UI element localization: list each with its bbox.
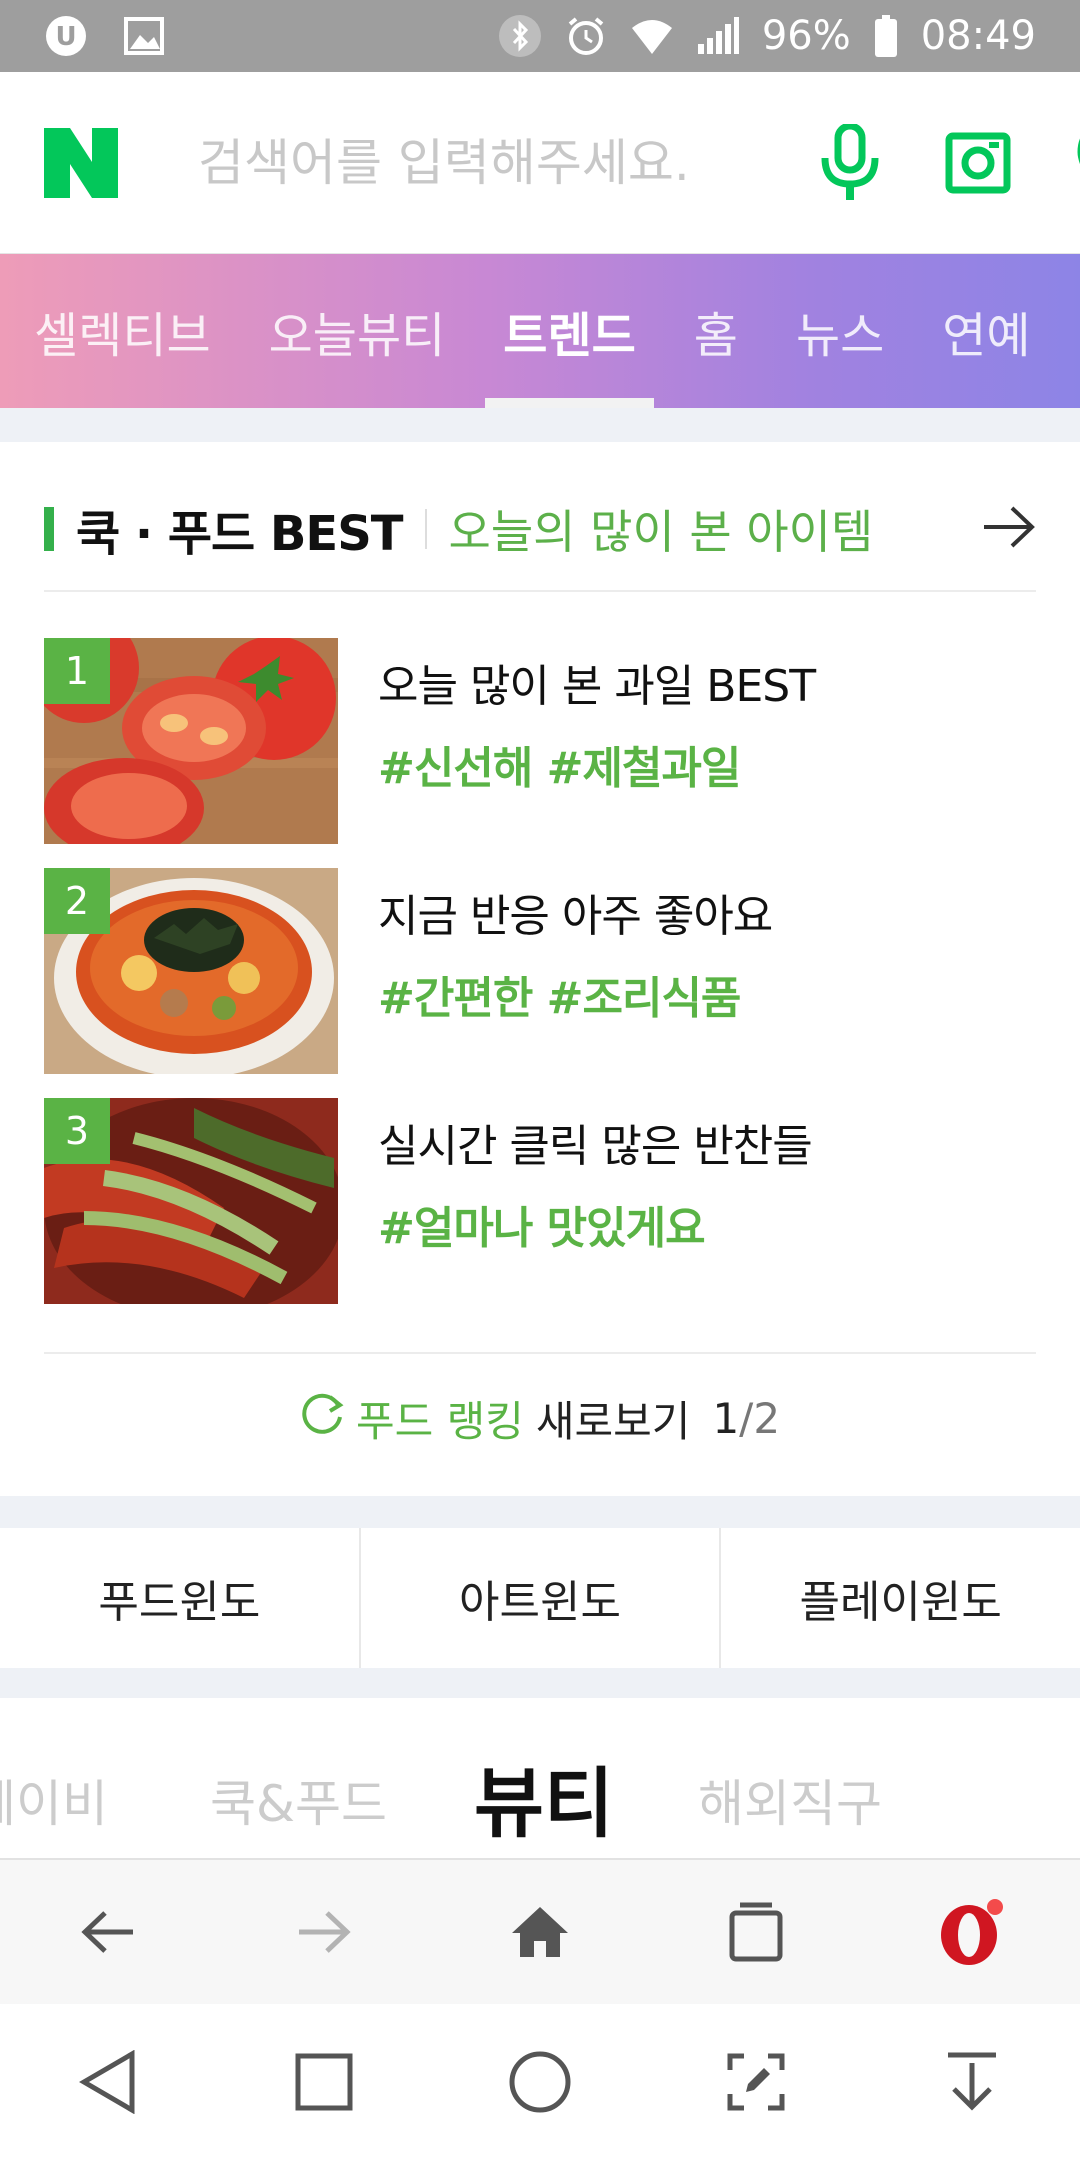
tab-trend[interactable]: 트렌드 xyxy=(485,254,655,408)
refresh-label[interactable]: 새로보기 xyxy=(536,1388,691,1449)
back-arrow-icon[interactable] xyxy=(48,1872,168,1992)
title-separator xyxy=(424,509,427,549)
item-tags[interactable]: #신선해 #제철과일 xyxy=(378,732,815,796)
battery-percent: 96% xyxy=(761,13,851,59)
page-current: 1 xyxy=(712,1394,740,1443)
camera-lens-icon[interactable] xyxy=(945,132,1011,194)
home-circle-icon[interactable] xyxy=(480,2022,600,2142)
wifi-icon xyxy=(630,14,674,58)
page-total: /2 xyxy=(739,1394,781,1443)
shopping-category-strip: 베이비 쿡&푸드 뷰티 해외직구 xyxy=(0,1698,1080,1858)
cat-overseas[interactable]: 해외직구 xyxy=(698,1764,882,1836)
stew-thumbnail[interactable]: 2 xyxy=(44,868,338,1074)
play-window-button[interactable]: 플레이윈도 xyxy=(719,1528,1080,1668)
art-window-button[interactable]: 아트윈도 xyxy=(358,1528,720,1668)
category-tabs: 셀렉티브 오늘뷰티 트렌드 홈 뉴스 연예 스 xyxy=(0,254,1080,408)
alarm-icon xyxy=(564,14,608,58)
tab-today-beauty[interactable]: 오늘뷰티 xyxy=(269,254,446,408)
tab-selective[interactable]: 셀렉티브 xyxy=(34,254,211,408)
back-triangle-icon[interactable] xyxy=(48,2022,168,2142)
refresh-icon[interactable] xyxy=(300,1391,346,1447)
item-title[interactable]: 오늘 많이 본 과일 BEST xyxy=(378,650,816,714)
section-gap xyxy=(0,1668,1080,1698)
cat-cook-food[interactable]: 쿡&푸드 xyxy=(210,1764,387,1836)
search-header xyxy=(0,72,1080,254)
item-tags[interactable]: #얼마나 맛있게요 xyxy=(378,1192,812,1256)
list-item[interactable]: 1 오늘 많이 본 과일 BEST #신선해 #제철과일 xyxy=(44,638,1036,844)
microphone-icon[interactable] xyxy=(821,123,879,202)
tabs-icon[interactable] xyxy=(696,1872,816,1992)
screenshot-edit-icon[interactable] xyxy=(696,2022,816,2142)
bluetooth-icon xyxy=(498,14,542,58)
recents-square-icon[interactable] xyxy=(264,2022,384,2142)
food-best-header: 쿡 · 푸드 BEST 오늘의 많이 본 아이템 xyxy=(44,494,1036,564)
food-best-card: 쿡 · 푸드 BEST 오늘의 많이 본 아이템 1 오늘 많이 본 과일 BE… xyxy=(0,442,1080,1496)
header-divider xyxy=(44,590,1036,592)
ranking-label[interactable]: 푸드 랭킹 xyxy=(356,1388,524,1449)
clock-time: 08:49 xyxy=(920,13,1036,59)
arrow-right-icon[interactable] xyxy=(982,505,1036,553)
rank-badge: 2 xyxy=(44,868,110,934)
title-accent-bar xyxy=(44,507,54,551)
window-links: 푸드윈도 아트윈도 플레이윈도 xyxy=(0,1528,1080,1668)
browser-toolbar xyxy=(0,1858,1080,2004)
section-gap xyxy=(0,1496,1080,1528)
opera-icon[interactable] xyxy=(912,1872,1032,1992)
list-item[interactable]: 2 지금 반응 아주 좋아요 #간편한 #조리식품 xyxy=(44,868,1036,1074)
food-window-button[interactable]: 푸드윈도 xyxy=(0,1528,359,1668)
svg-text:U: U xyxy=(55,22,76,52)
food-best-subtitle: 오늘의 많이 본 아이템 xyxy=(448,505,874,559)
home-icon[interactable] xyxy=(480,1872,600,1992)
android-navigation-bar xyxy=(0,2004,1080,2160)
cat-beauty-label: 뷰티 xyxy=(474,1759,614,1848)
tab-news[interactable]: 뉴스 xyxy=(796,254,884,408)
image-icon xyxy=(122,14,166,58)
section-gap xyxy=(0,408,1080,442)
status-bar: U 96% 08:49 xyxy=(0,0,1080,72)
download-icon[interactable] xyxy=(912,2022,1032,2142)
list-item[interactable]: 3 실시간 클릭 많은 반찬들 #얼마나 맛있게요 xyxy=(44,1098,1036,1304)
signal-icon xyxy=(696,14,740,58)
tab-entertainment[interactable]: 연예 xyxy=(942,254,1030,408)
list-divider xyxy=(44,1352,1036,1354)
u-plus-icon: U xyxy=(44,14,88,58)
cat-beauty[interactable]: 뷰티 xyxy=(470,1742,618,1852)
item-title[interactable]: 지금 반응 아주 좋아요 xyxy=(378,880,773,944)
item-title[interactable]: 실시간 클릭 많은 반찬들 xyxy=(378,1110,813,1174)
tomato-thumbnail[interactable]: 1 xyxy=(44,638,338,844)
rank-badge: 1 xyxy=(44,638,110,704)
cat-baby[interactable]: 베이비 xyxy=(0,1764,108,1836)
food-best-title: 쿡 · 푸드 BEST xyxy=(76,506,404,562)
food-ranking-refresh[interactable]: 푸드 랭킹 새로보기 1 /2 xyxy=(0,1388,1080,1449)
naver-logo[interactable] xyxy=(44,127,118,198)
kimchi-thumbnail[interactable]: 3 xyxy=(44,1098,338,1304)
search-input[interactable] xyxy=(198,133,821,192)
item-tags[interactable]: #간편한 #조리식품 xyxy=(378,962,772,1026)
forward-arrow-icon[interactable] xyxy=(264,1872,384,1992)
page: U 96% 08:49 검색어를 입력해주세요. 셀렉티브 오늘뷰티 트렌드 홈… xyxy=(0,0,1080,2160)
battery-icon xyxy=(873,14,899,58)
rank-badge: 3 xyxy=(44,1098,110,1164)
tab-home[interactable]: 홈 xyxy=(694,254,738,408)
